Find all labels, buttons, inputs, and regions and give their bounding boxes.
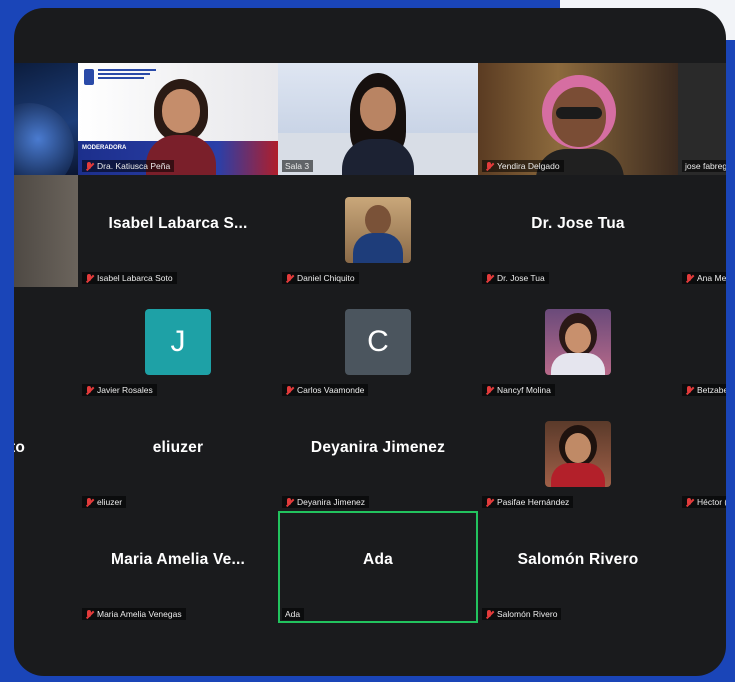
name-plate: Ana Me bbox=[682, 272, 726, 284]
profile-photo bbox=[345, 197, 411, 263]
tile-eliuzer[interactable]: eliuzer eliuzer bbox=[78, 399, 278, 511]
tile-carlos-vaamonde[interactable]: C Carlos Vaamonde bbox=[278, 287, 478, 399]
name-plate: Pasifae Hernández bbox=[482, 496, 574, 508]
meeting-gallery-view: MODERADORA Dra. Katiusca Peña Sala 3 Yen… bbox=[14, 8, 726, 676]
video-tile-jose-fabreg[interactable]: jose fabreg bbox=[678, 63, 726, 175]
earth-graphic bbox=[14, 103, 74, 175]
name-plate: Betzabe bbox=[682, 384, 726, 396]
name-plate: Sala 3 bbox=[282, 160, 314, 172]
video-tile-partial-left[interactable] bbox=[14, 63, 78, 175]
mic-muted-icon bbox=[685, 497, 694, 507]
name-plate: jose fabreg bbox=[682, 160, 726, 172]
avatar: J bbox=[145, 309, 211, 375]
name-plate: Daniel Chiquito bbox=[282, 272, 359, 284]
name-plate: Dra. Katiusca Peña bbox=[82, 160, 175, 172]
participant-display-name: eliuzer bbox=[152, 439, 204, 456]
name-plate: Deyanira Jimenez bbox=[282, 496, 370, 508]
university-logo-icon bbox=[84, 69, 94, 85]
mic-muted-icon bbox=[485, 161, 494, 171]
mic-muted-icon bbox=[85, 273, 94, 283]
participant-display-name: Salomón Rivero bbox=[517, 551, 639, 568]
participant-display-name: Deyanira Jimenez bbox=[310, 439, 446, 456]
mic-muted-icon bbox=[285, 497, 294, 507]
mic-muted-icon bbox=[485, 609, 494, 619]
video-tile-yendira[interactable]: Yendira Delgado bbox=[478, 63, 678, 175]
mic-muted-icon bbox=[85, 497, 94, 507]
participant-person bbox=[340, 73, 416, 175]
tile-deyanira-jimenez[interactable]: Deyanira Jimenez Deyanira Jimenez bbox=[278, 399, 478, 511]
tile-ada-active-speaker[interactable]: Ada Ada bbox=[278, 511, 478, 623]
mic-muted-icon bbox=[485, 385, 494, 395]
tile-salomon-rivero[interactable]: Salomón Rivero Salomón Rivero bbox=[478, 511, 678, 623]
name-plate: eliuzer bbox=[82, 496, 127, 508]
tile-javier-rosales[interactable]: J Javier Rosales bbox=[78, 287, 278, 399]
mic-muted-icon bbox=[285, 385, 294, 395]
name-plate: Salomón Rivero bbox=[482, 608, 562, 620]
mic-muted-icon bbox=[85, 161, 94, 171]
tile-pasifae-hernandez[interactable]: Pasifae Hernández bbox=[478, 399, 678, 511]
participant-display-name: Dr. Jose Tua bbox=[531, 215, 625, 232]
name-plate: Dr. Jose Tua bbox=[482, 272, 549, 284]
participant-display-name: Maria Amelia Ve... bbox=[111, 551, 245, 568]
mic-muted-icon bbox=[85, 609, 94, 619]
participant-display-name: Isabel Labarca S... bbox=[108, 215, 248, 232]
video-tile-katiusca[interactable]: MODERADORA Dra. Katiusca Peña bbox=[78, 63, 278, 175]
name-plate: Carlos Vaamonde bbox=[282, 384, 369, 396]
mic-muted-icon bbox=[685, 385, 694, 395]
name-plate: Nancyf Molina bbox=[482, 384, 555, 396]
name-plate: Maria Amelia Venegas bbox=[82, 608, 186, 620]
video-tile-sala-3[interactable]: Sala 3 bbox=[278, 63, 478, 175]
mic-muted-icon bbox=[485, 273, 494, 283]
profile-photo bbox=[545, 421, 611, 487]
tile-betzabe[interactable]: Betzabe bbox=[678, 287, 726, 399]
tile-daniel-chiquito[interactable]: Daniel Chiquito bbox=[278, 175, 478, 287]
name-plate: Yendira Delgado bbox=[482, 160, 564, 172]
name-plate: Isabel Labarca Soto bbox=[82, 272, 177, 284]
mic-muted-icon bbox=[285, 273, 294, 283]
name-plate: Ada bbox=[282, 608, 305, 620]
tile-isabel-labarca[interactable]: Isabel Labarca S... Isabel Labarca Soto bbox=[78, 175, 278, 287]
name-plate: Javier Rosales bbox=[82, 384, 157, 396]
tile-dr-jose-tua[interactable]: Dr. Jose Tua Dr. Jose Tua bbox=[478, 175, 678, 287]
participant-display-name: Ada bbox=[363, 551, 393, 568]
tile-partial-left-4[interactable]: to bbox=[14, 399, 78, 511]
mic-muted-icon bbox=[85, 385, 94, 395]
tile-maria-amelia[interactable]: Maria Amelia Ve... Maria Amelia Venegas bbox=[78, 511, 278, 623]
profile-photo bbox=[545, 309, 611, 375]
avatar: C bbox=[345, 309, 411, 375]
tile-nancyf-molina[interactable]: Nancyf Molina bbox=[478, 287, 678, 399]
moderator-banner-text: MODERADORA bbox=[82, 145, 127, 151]
video-tile-partial-left-2[interactable] bbox=[14, 175, 78, 287]
tile-hector[interactable]: Héctor ( bbox=[678, 399, 726, 511]
mic-muted-icon bbox=[685, 273, 694, 283]
participant-display-name: to bbox=[14, 439, 26, 456]
tile-ana-me[interactable]: Ana Me bbox=[678, 175, 726, 287]
mic-muted-icon bbox=[485, 497, 494, 507]
name-plate: Héctor ( bbox=[682, 496, 726, 508]
